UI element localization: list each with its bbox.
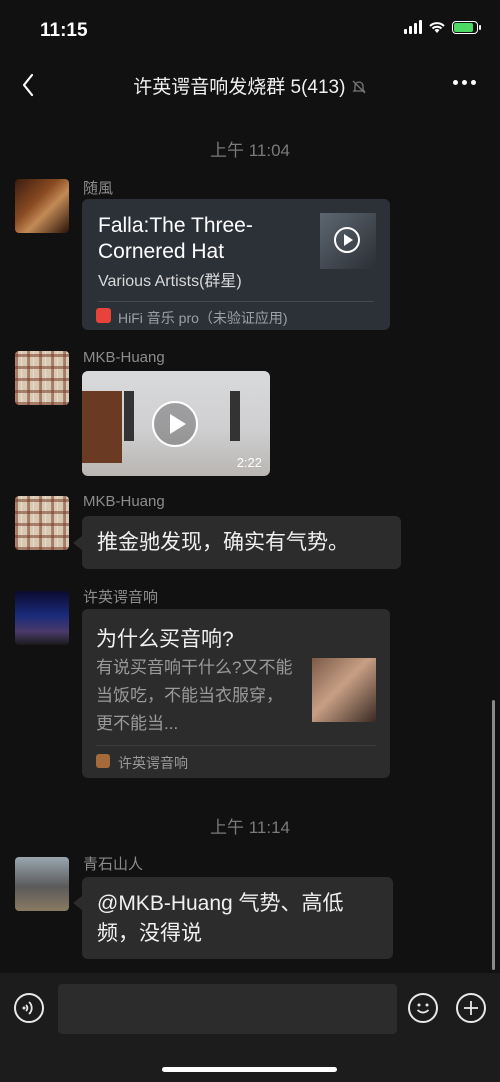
music-source: HiFi 音乐 pro（未验证应用) bbox=[118, 310, 288, 326]
article-card[interactable]: 为什么买音响? 有说买音响干什么?又不能当饭吃，不能当衣服穿，更不能当... 许… bbox=[82, 609, 390, 778]
more-icon[interactable] bbox=[453, 80, 476, 85]
scrollbar[interactable] bbox=[492, 700, 495, 970]
play-icon[interactable] bbox=[152, 401, 198, 447]
app-icon bbox=[96, 308, 111, 323]
article-desc: 有说买音响干什么?又不能当饭吃，不能当衣服穿，更不能当... bbox=[96, 658, 293, 733]
bubble-tail bbox=[73, 536, 82, 550]
home-indicator[interactable] bbox=[162, 1067, 337, 1072]
chat-title-text: 许英谔音响发烧群 5(413) bbox=[133, 77, 346, 98]
sender-name: MKB-Huang bbox=[83, 349, 165, 366]
status-time: 11:15 bbox=[40, 20, 88, 41]
voice-icon[interactable] bbox=[14, 993, 44, 1023]
video-message[interactable]: 2:22 bbox=[82, 371, 270, 476]
music-artist: Various Artists(群星) bbox=[98, 273, 242, 290]
video-scene bbox=[82, 391, 122, 463]
video-scene bbox=[124, 391, 134, 441]
status-icons bbox=[404, 20, 481, 34]
text-bubble[interactable]: @MKB-Huang 气势、高低频，没得说 bbox=[82, 877, 393, 959]
avatar[interactable] bbox=[15, 351, 69, 405]
avatar[interactable] bbox=[15, 857, 69, 911]
video-duration: 2:22 bbox=[236, 455, 262, 470]
bubble-tail bbox=[73, 896, 82, 910]
sender-name: MKB-Huang bbox=[83, 493, 165, 510]
plus-icon[interactable] bbox=[456, 993, 486, 1023]
sender-name: 许英谔音响 bbox=[83, 589, 159, 606]
article-thumbnail bbox=[312, 658, 376, 722]
article-source: 许英谔音响 bbox=[118, 755, 188, 771]
music-card[interactable]: Falla:The Three-Cornered Hat Various Art… bbox=[82, 199, 390, 330]
chat-title: 许英谔音响发烧群 5(413) bbox=[0, 72, 500, 99]
album-cover bbox=[320, 213, 376, 269]
avatar[interactable] bbox=[15, 179, 69, 233]
message-text: @MKB-Huang 气势、高低频，没得说 bbox=[97, 892, 344, 945]
avatar[interactable] bbox=[15, 591, 69, 645]
bell-off-icon bbox=[352, 80, 366, 94]
signal-icon bbox=[404, 20, 422, 34]
divider bbox=[98, 301, 374, 302]
music-title: Falla:The Three-Cornered Hat bbox=[98, 214, 253, 263]
source-icon bbox=[96, 754, 110, 768]
sender-name: 随風 bbox=[83, 180, 114, 197]
timestamp: 上午 11:04 bbox=[209, 141, 290, 160]
emoji-icon[interactable] bbox=[408, 993, 438, 1023]
play-icon[interactable] bbox=[334, 227, 360, 253]
divider bbox=[96, 745, 376, 746]
sender-name: 青石山人 bbox=[83, 856, 144, 873]
battery-icon bbox=[452, 20, 481, 34]
text-bubble[interactable]: 推金驰发现，确实有气势。 bbox=[82, 516, 401, 569]
video-scene bbox=[230, 391, 240, 441]
battery-fill bbox=[454, 22, 473, 32]
wifi-icon bbox=[429, 22, 445, 33]
message-input[interactable] bbox=[58, 984, 397, 1034]
avatar[interactable] bbox=[15, 496, 69, 550]
article-title: 为什么买音响? bbox=[96, 628, 234, 651]
timestamp: 上午 11:14 bbox=[209, 818, 290, 837]
message-text: 推金驰发现，确实有气势。 bbox=[97, 531, 349, 554]
